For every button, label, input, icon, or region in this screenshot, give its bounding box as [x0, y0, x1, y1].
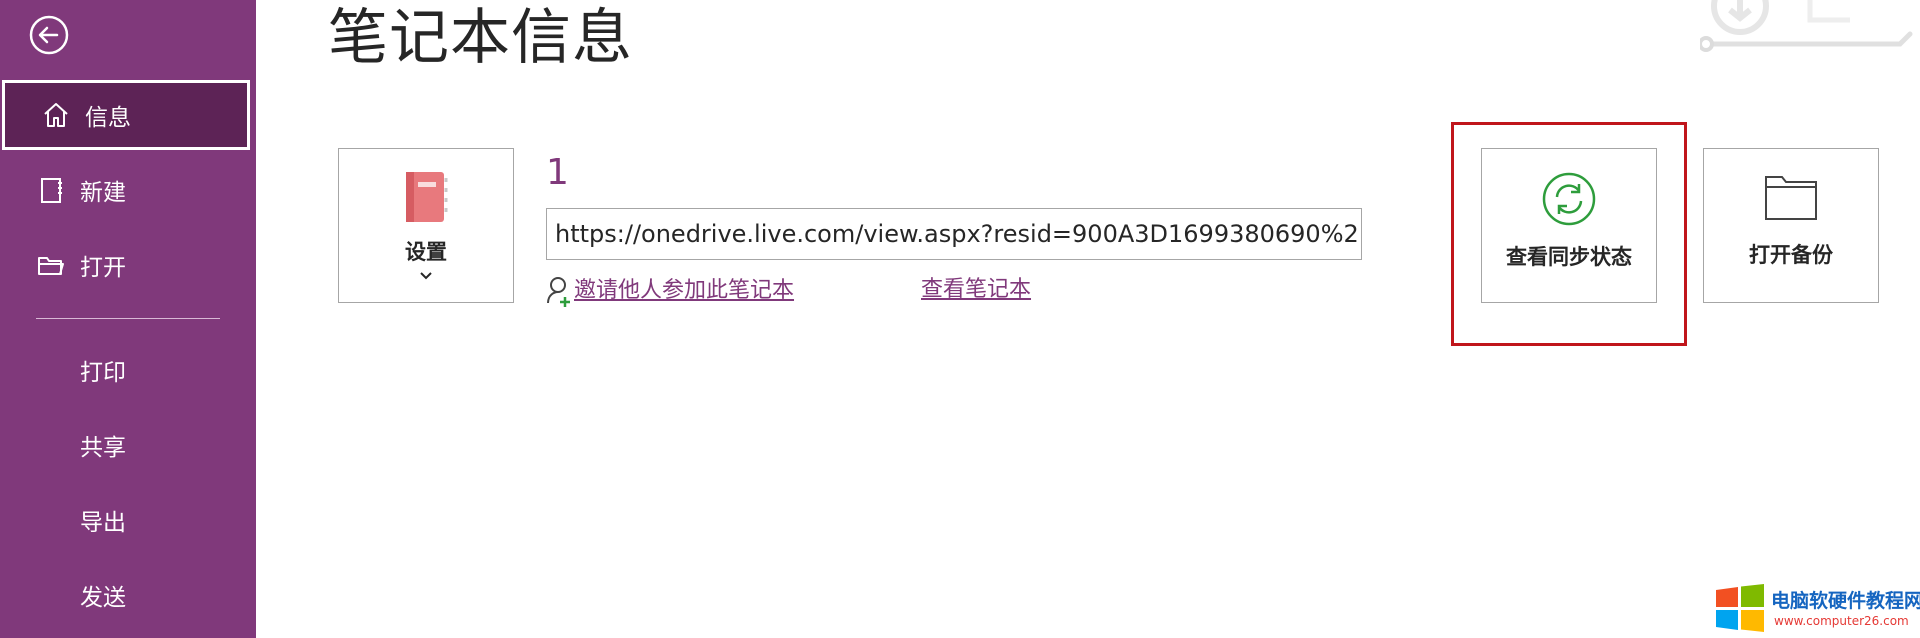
add-person-icon	[547, 277, 570, 307]
settings-label: 设置	[405, 240, 447, 264]
sidebar-item-new[interactable]: 新建	[0, 155, 256, 225]
sync-icon	[1542, 172, 1596, 226]
page-title: 笔记本信息	[328, 3, 633, 73]
sidebar-item-label: 打印	[80, 360, 126, 386]
sidebar-item-print[interactable]: 打印	[0, 335, 256, 405]
sidebar-item-share[interactable]: 共享	[0, 410, 256, 480]
back-arrow-icon	[29, 15, 69, 55]
invite-people-link[interactable]: 邀请他人参加此笔记本	[546, 275, 794, 307]
folder-icon	[34, 248, 68, 282]
sidebar-item-label: 发送	[80, 585, 126, 611]
home-icon	[39, 98, 73, 132]
view-notebook-link[interactable]: 查看笔记本	[921, 275, 1031, 305]
open-backup-label: 打开备份	[1749, 243, 1833, 267]
decorative-circuit-graphic	[1700, 0, 1913, 52]
open-backup-button[interactable]: 打开备份	[1703, 148, 1879, 303]
sidebar-item-open[interactable]: 打开	[0, 230, 256, 300]
sidebar-item-send[interactable]: 发送	[0, 560, 256, 630]
sidebar-divider	[36, 318, 220, 319]
sidebar-item-label: 新建	[80, 180, 126, 206]
sidebar-item-label: 共享	[80, 435, 126, 461]
settings-button[interactable]: 设置	[338, 148, 514, 303]
notebook-url-field[interactable]: https://onedrive.live.com/view.aspx?resi…	[546, 208, 1362, 260]
site-watermark: 电脑软硬件教程网 www.computer26.com	[1714, 578, 1920, 638]
back-button[interactable]	[28, 14, 70, 56]
watermark-title: 电脑软硬件教程网	[1771, 590, 1920, 612]
sync-status-label: 查看同步状态	[1506, 245, 1632, 269]
view-sync-status-button[interactable]: 查看同步状态	[1481, 148, 1657, 303]
notebook-icon	[406, 172, 448, 222]
sidebar-item-export[interactable]: 导出	[0, 485, 256, 555]
sidebar-item-info[interactable]: 信息	[2, 80, 250, 150]
watermark-url: www.computer26.com	[1774, 614, 1909, 628]
sidebar-item-label: 导出	[80, 510, 126, 536]
invite-link-text: 邀请他人参加此笔记本	[574, 278, 795, 303]
backstage-sidebar: 信息 新建 打开 打印 共享 导出 发送	[0, 0, 256, 638]
windows-logo-icon	[1716, 584, 1764, 632]
new-page-icon	[34, 173, 68, 207]
notebook-name: 1	[546, 152, 569, 193]
folder-icon	[1765, 176, 1817, 220]
chevron-down-icon	[420, 272, 432, 280]
sidebar-item-label: 打开	[80, 255, 126, 281]
sidebar-item-label: 信息	[85, 105, 131, 131]
